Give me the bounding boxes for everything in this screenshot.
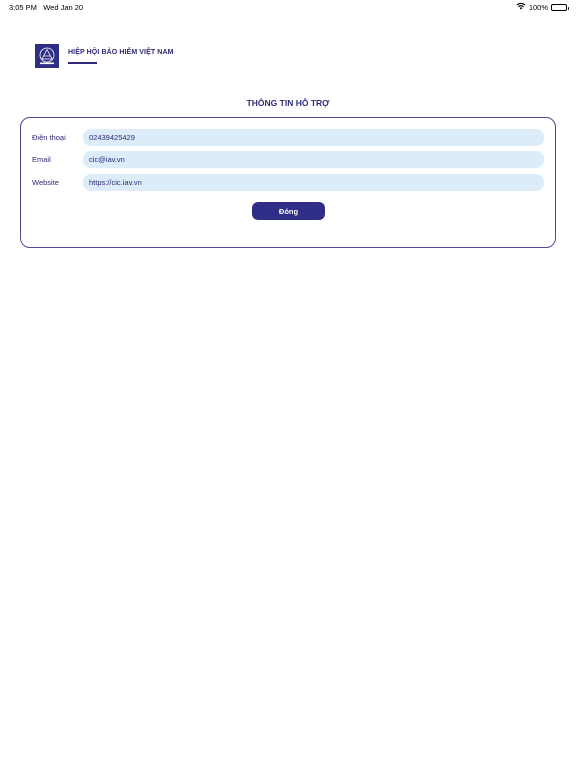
phone-row: Điện thoại 02439425429 bbox=[32, 129, 544, 146]
battery-percent: 100% bbox=[528, 2, 548, 12]
app-header: HIỆP HỘI BẢO HIỂM VIỆT NAM bbox=[35, 44, 174, 68]
email-field[interactable]: cic@iav.vn bbox=[83, 151, 544, 168]
close-button[interactable]: Đóng bbox=[252, 202, 325, 220]
status-date: Wed Jan 20 bbox=[43, 3, 84, 12]
status-time: 3:05 PM bbox=[9, 3, 37, 12]
support-info-card: Điện thoại 02439425429 Email cic@iav.vn … bbox=[20, 117, 556, 248]
brand-name: HIỆP HỘI BẢO HIỂM VIỆT NAM bbox=[68, 49, 174, 56]
email-label: Email bbox=[32, 155, 51, 164]
status-indicators: 100% bbox=[516, 2, 569, 12]
status-time-date: 3:05 PM Wed Jan 20 bbox=[9, 3, 83, 12]
phone-label: Điện thoại bbox=[32, 133, 66, 142]
email-row: Email cic@iav.vn bbox=[32, 151, 544, 168]
phone-field[interactable]: 02439425429 bbox=[83, 129, 544, 146]
website-row: Website https://cic.iav.vn bbox=[32, 174, 544, 191]
website-label: Website bbox=[32, 178, 59, 187]
website-field[interactable]: https://cic.iav.vn bbox=[83, 174, 544, 191]
wifi-icon bbox=[516, 2, 526, 12]
iav-logo-icon bbox=[35, 44, 59, 68]
page-title: THÔNG TIN HỖ TRỢ bbox=[246, 98, 330, 108]
battery-icon bbox=[551, 3, 569, 11]
status-bar: 3:05 PM Wed Jan 20 100% bbox=[0, 0, 576, 14]
brand: HIỆP HỘI BẢO HIỂM VIỆT NAM bbox=[68, 49, 174, 64]
brand-underline bbox=[68, 62, 97, 64]
